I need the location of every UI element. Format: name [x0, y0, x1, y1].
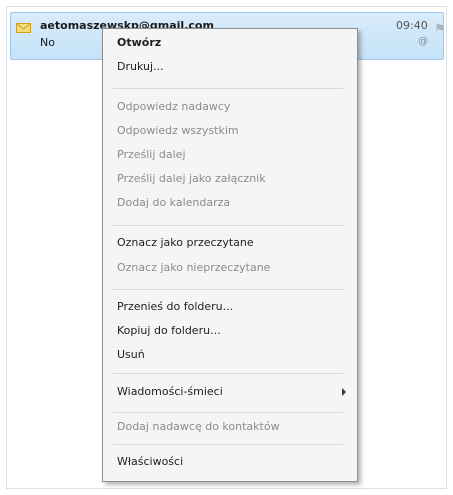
- menu-separator: [113, 412, 343, 413]
- menu-item-junk[interactable]: Wiadomości-śmieci: [117, 380, 223, 404]
- message-time: 09:40: [396, 19, 428, 32]
- envelope-icon: [16, 23, 31, 33]
- menu-separator: [113, 373, 343, 374]
- menu-item-properties[interactable]: Właściwości: [117, 450, 183, 474]
- flag-icon[interactable]: ⚑: [434, 22, 446, 37]
- menu-item-reply-all[interactable]: Odpowiedz wszystkim: [117, 119, 239, 143]
- menu-separator: [113, 289, 343, 290]
- paperclip-icon: @: [418, 36, 428, 47]
- menu-separator: [113, 444, 343, 445]
- menu-item-print[interactable]: Drukuj...: [117, 55, 164, 79]
- menu-item-mark-read[interactable]: Oznacz jako przeczytane: [117, 231, 254, 255]
- menu-item-add-contact[interactable]: Dodaj nadawcę do kontaktów: [117, 415, 280, 439]
- menu-item-reply-sender[interactable]: Odpowiedz nadawcy: [117, 95, 230, 119]
- message-subject: No: [40, 36, 55, 49]
- menu-separator: [113, 88, 343, 89]
- menu-item-delete[interactable]: Usuń: [117, 343, 145, 367]
- context-menu: Otwórz Drukuj... Odpowiedz nadawcy Odpow…: [102, 28, 358, 482]
- menu-item-forward-attachment[interactable]: Prześlij dalej jako załącznik: [117, 167, 266, 191]
- menu-item-copy-folder[interactable]: Kopiuj do folderu...: [117, 319, 221, 343]
- menu-item-add-calendar[interactable]: Dodaj do kalendarza: [117, 191, 230, 215]
- menu-item-move-folder[interactable]: Przenieś do folderu...: [117, 295, 233, 319]
- menu-separator: [113, 225, 343, 226]
- chevron-right-icon: [342, 388, 346, 396]
- menu-item-forward[interactable]: Prześlij dalej: [117, 143, 186, 167]
- menu-item-open[interactable]: Otwórz: [117, 31, 161, 55]
- menu-item-mark-unread[interactable]: Oznacz jako nieprzeczytane: [117, 256, 270, 280]
